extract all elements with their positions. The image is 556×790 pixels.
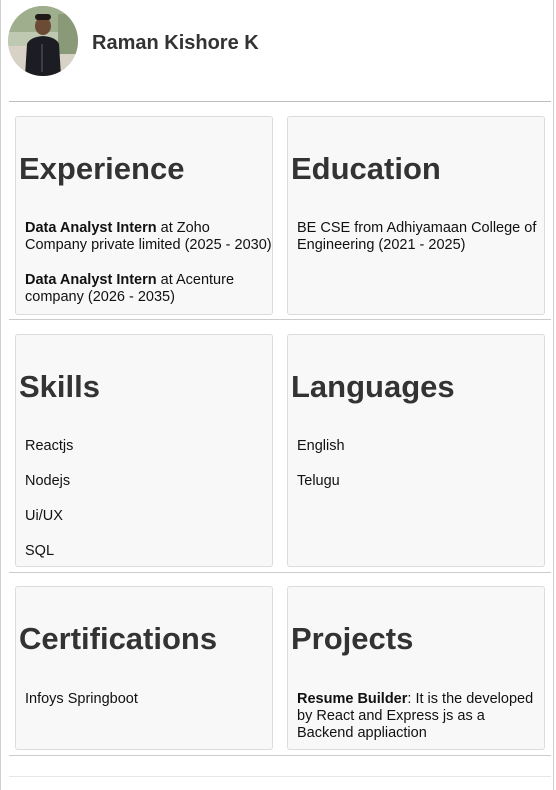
education-title: Education (291, 151, 441, 186)
experience-entry: Data Analyst Intern at Acenture company … (25, 272, 272, 306)
resume-page: Raman Kishore K Experience Data Analyst … (0, 0, 554, 790)
language-item: Telugu (297, 473, 340, 489)
language-item: English (297, 438, 345, 454)
certification-item: Infoys Springboot (25, 691, 138, 707)
row-divider (9, 572, 551, 573)
experience-title: Experience (19, 151, 185, 186)
skills-list: Reactjs Nodejs Ui/UX SQL (25, 438, 272, 578)
row-divider (9, 755, 551, 756)
projects-list: Resume Builder: It is the developed by R… (297, 691, 544, 742)
header-divider (9, 101, 551, 102)
certifications-card: Certifications Infoys Springboot (15, 586, 273, 750)
profile-avatar (8, 6, 78, 76)
experience-entry: Data Analyst Intern at Zoho Company priv… (25, 220, 272, 254)
experience-card: Experience Data Analyst Intern at Zoho C… (15, 116, 273, 315)
experience-connector: at (156, 272, 176, 288)
skills-title: Skills (19, 369, 100, 404)
project-entry: Resume Builder: It is the developed by R… (297, 691, 544, 742)
project-name: Resume Builder (297, 691, 408, 707)
languages-title: Languages (291, 369, 455, 404)
skill-item: Ui/UX (25, 508, 63, 524)
education-list: BE CSE from Adhiyamaan College of Engine… (297, 220, 538, 254)
languages-card: Languages English Telugu (287, 334, 545, 567)
footer-divider (9, 776, 551, 777)
row-divider (9, 319, 551, 320)
skills-card: Skills Reactjs Nodejs Ui/UX SQL (15, 334, 273, 567)
profile-name: Raman Kishore K (92, 32, 259, 54)
experience-list: Data Analyst Intern at Zoho Company priv… (25, 220, 272, 306)
skill-item: Reactjs (25, 438, 74, 454)
education-card: Education BE CSE from Adhiyamaan College… (287, 116, 545, 315)
experience-role: Data Analyst Intern (25, 272, 157, 288)
certifications-list: Infoys Springboot (25, 691, 272, 726)
avatar-photo-icon (8, 6, 78, 76)
projects-card: Projects Resume Builder: It is the devel… (287, 586, 545, 750)
profile-header: Raman Kishore K (1, 0, 553, 92)
projects-title: Projects (291, 621, 414, 656)
languages-list: English Telugu (297, 438, 544, 508)
education-entry: BE CSE from Adhiyamaan College of Engine… (297, 220, 537, 253)
certifications-title: Certifications (19, 621, 218, 656)
skill-item: Nodejs (25, 473, 71, 489)
experience-connector: at (156, 220, 177, 236)
experience-role: Data Analyst Intern (25, 220, 157, 236)
